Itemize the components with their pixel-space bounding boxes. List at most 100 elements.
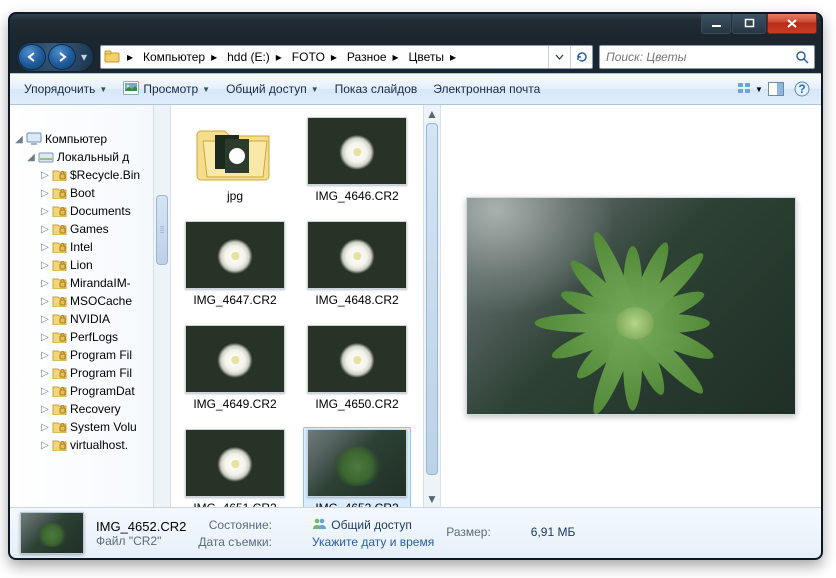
folder-icon <box>52 403 67 415</box>
tree-item[interactable]: ▷$Recycle.Bin <box>10 166 170 184</box>
tree-item[interactable]: ▷Lion <box>10 256 170 274</box>
organize-menu[interactable]: Упорядочить▼ <box>16 77 115 101</box>
status-thumbnail <box>20 512 84 554</box>
share-label: Общий доступ <box>226 82 307 96</box>
close-button[interactable] <box>767 14 817 34</box>
breadcrumb-item[interactable]: FOTO <box>286 46 327 68</box>
file-item[interactable]: IMG_4650.CR2 <box>303 323 411 413</box>
tree-item[interactable]: ▷Program Fil <box>10 364 170 382</box>
tree-item[interactable]: ▷virtualhost. <box>10 436 170 454</box>
history-dropdown[interactable]: ▾ <box>76 44 92 70</box>
tree-item[interactable]: ▷PerfLogs <box>10 328 170 346</box>
breadcrumb-chevron[interactable]: ▸ <box>123 50 137 64</box>
view-options-button[interactable]: ▼ <box>737 77 763 101</box>
shared-icon <box>312 518 328 532</box>
titlebar <box>10 14 821 41</box>
maximize-button[interactable] <box>732 14 766 34</box>
filepane-scrollthumb[interactable] <box>426 123 438 475</box>
preview-pane-button[interactable] <box>763 77 789 101</box>
preview-image <box>466 197 796 415</box>
tree-item[interactable]: ▷NVIDIA <box>10 310 170 328</box>
file-item[interactable]: IMG_4649.CR2 <box>181 323 289 413</box>
status-date-label: Дата съемки: <box>198 535 276 549</box>
file-item[interactable]: IMG_4647.CR2 <box>181 219 289 309</box>
share-menu[interactable]: Общий доступ▼ <box>218 77 327 101</box>
status-date-value[interactable]: Укажите дату и время <box>312 535 434 549</box>
tree-item[interactable]: ▷MirandaIM- <box>10 274 170 292</box>
scroll-up-button[interactable]: ▲ <box>424 105 440 122</box>
tree-item[interactable]: ▷Recovery <box>10 400 170 418</box>
file-item[interactable]: jpg <box>181 115 289 205</box>
folder-icon <box>52 169 67 181</box>
breadcrumb-chevron[interactable]: ▸ <box>446 50 460 64</box>
preview-menu[interactable]: Просмотр▼ <box>115 77 218 101</box>
folder-icon <box>185 117 285 185</box>
tree-item[interactable]: ▷Games <box>10 220 170 238</box>
image-thumbnail <box>307 117 407 185</box>
computer-icon <box>26 132 42 146</box>
status-state-label: Состояние: <box>198 518 276 532</box>
breadcrumb-item[interactable]: Цветы <box>403 46 447 68</box>
file-item[interactable]: IMG_4648.CR2 <box>303 219 411 309</box>
forward-button[interactable] <box>48 44 76 70</box>
email-button[interactable]: Электронная почта <box>425 77 548 101</box>
folder-icon <box>52 439 67 451</box>
tree-item[interactable]: ▷System Volu <box>10 418 170 436</box>
minimize-button[interactable] <box>701 14 731 34</box>
breadcrumb-item[interactable]: Компьютер <box>137 46 207 68</box>
disk-icon <box>38 151 54 164</box>
image-thumbnail <box>185 429 285 497</box>
address-refresh-button[interactable] <box>570 46 592 68</box>
breadcrumb-item[interactable]: Разное <box>341 46 389 68</box>
file-name: IMG_4649.CR2 <box>193 397 276 411</box>
help-button[interactable]: ? <box>789 77 815 101</box>
nav-pane: ◢Компьютер◢Локальный д▷$Recycle.Bin▷Boot… <box>10 105 171 507</box>
address-bar[interactable]: ▸Компьютер▸hdd (E:)▸FOTO▸Разное▸Цветы▸ <box>100 45 593 69</box>
breadcrumb-chevron[interactable]: ▸ <box>272 50 286 64</box>
tree-item[interactable]: ▷ProgramDat <box>10 382 170 400</box>
breadcrumb-chevron[interactable]: ▸ <box>327 50 341 64</box>
scroll-down-button[interactable]: ▼ <box>424 490 440 507</box>
explorer-window: ▾ ▸Компьютер▸hdd (E:)▸FOTO▸Разное▸Цветы▸… <box>9 13 822 559</box>
search-icon[interactable] <box>790 50 814 64</box>
folder-icon <box>52 259 67 271</box>
folder-icon <box>52 241 67 253</box>
navpane-scrollbar[interactable] <box>153 105 170 507</box>
folder-icon <box>52 367 67 379</box>
search-input[interactable] <box>600 50 790 64</box>
breadcrumb-chevron[interactable]: ▸ <box>207 50 221 64</box>
back-button[interactable] <box>18 44 46 70</box>
file-item[interactable]: IMG_4652.CR2 <box>303 427 411 507</box>
preview-label: Просмотр <box>143 82 198 96</box>
folder-icon <box>52 421 67 433</box>
address-dropdown[interactable] <box>548 46 570 68</box>
image-thumbnail <box>307 221 407 289</box>
slideshow-button[interactable]: Показ слайдов <box>327 77 426 101</box>
search-box <box>599 45 815 69</box>
file-name: IMG_4651.CR2 <box>193 501 276 507</box>
folder-icon <box>52 205 67 217</box>
folder-icon <box>52 331 67 343</box>
nav-buttons: ▾ <box>16 42 94 72</box>
preview-pane <box>441 105 821 507</box>
tree-item[interactable]: ▷Documents <box>10 202 170 220</box>
image-thumbnail <box>185 325 285 393</box>
tree-item[interactable]: ▷Program Fil <box>10 346 170 364</box>
file-item[interactable]: IMG_4651.CR2 <box>181 427 289 507</box>
navpane-scrollthumb[interactable] <box>156 195 168 265</box>
image-thumbnail <box>185 221 285 289</box>
toolbar: Упорядочить▼ Просмотр▼ Общий доступ▼ Пок… <box>10 73 821 105</box>
tree-computer[interactable]: ◢Компьютер <box>10 130 170 148</box>
pictures-folder-icon <box>101 50 123 64</box>
folder-icon <box>52 295 67 307</box>
tree-localdisk[interactable]: ◢Локальный д <box>10 148 170 166</box>
tree-item[interactable]: ▷MSOCache <box>10 292 170 310</box>
tree-item[interactable]: ▷Boot <box>10 184 170 202</box>
breadcrumb-item[interactable]: hdd (E:) <box>221 46 272 68</box>
file-item[interactable]: IMG_4646.CR2 <box>303 115 411 205</box>
tree-item[interactable]: ▷Intel <box>10 238 170 256</box>
breadcrumb-chevron[interactable]: ▸ <box>389 50 403 64</box>
picture-icon <box>123 81 139 98</box>
filepane-scrollbar[interactable]: ▲ ▼ <box>423 105 440 507</box>
image-thumbnail <box>307 325 407 393</box>
